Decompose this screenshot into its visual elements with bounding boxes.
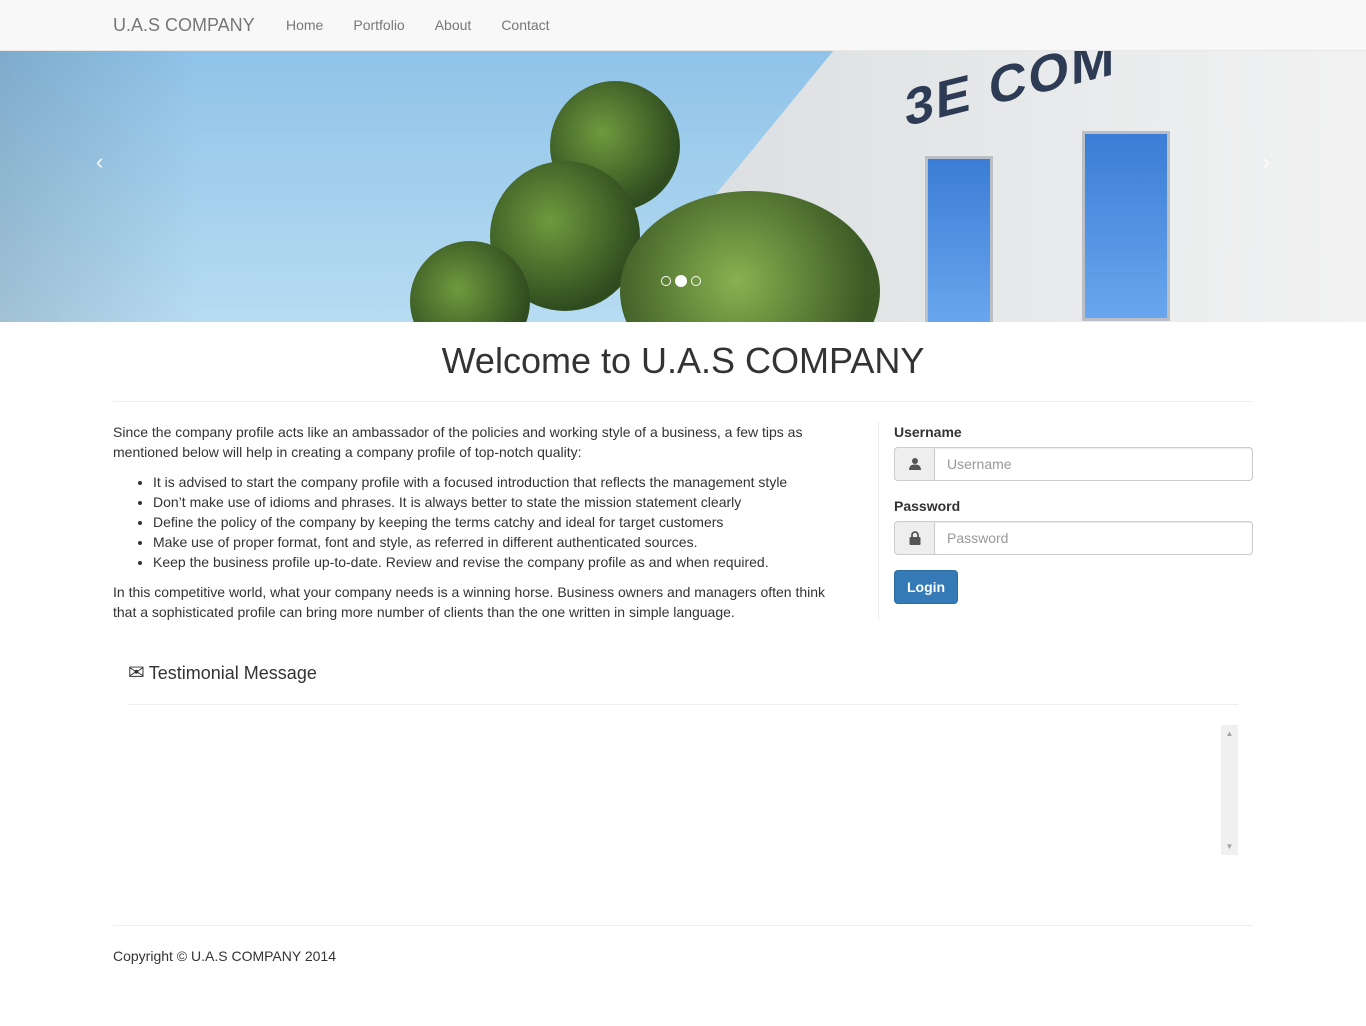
divider xyxy=(113,925,1253,926)
tips-list: It is advised to start the company profi… xyxy=(113,472,848,572)
carousel-indicator-3[interactable] xyxy=(691,276,701,286)
tip-item: Keep the business profile up-to-date. Re… xyxy=(153,552,848,572)
username-label: Username xyxy=(894,424,962,440)
tip-item: Define the policy of the company by keep… xyxy=(153,512,848,532)
scroll-down-arrow-icon[interactable]: ▼ xyxy=(1221,838,1238,855)
chevron-left-icon: ‹ xyxy=(96,148,104,174)
carousel-next-button[interactable]: › xyxy=(1161,51,1366,322)
user-icon xyxy=(894,447,934,481)
brand-link[interactable]: U.A.S COMPANY xyxy=(113,14,255,36)
nav-link-portfolio[interactable]: Portfolio xyxy=(338,0,419,50)
testimonial-header: ✉ Testimonial Message xyxy=(128,660,1238,686)
carousel-indicator-2[interactable] xyxy=(675,275,687,287)
footer-copyright: Copyright © U.A.S COMPANY 2014 xyxy=(113,948,336,964)
page-title: Welcome to U.A.S COMPANY xyxy=(441,340,925,381)
carousel-indicator-1[interactable] xyxy=(661,276,671,286)
tip-item: Don’t make use of idioms and phrases. It… xyxy=(153,492,848,512)
chevron-right-icon: › xyxy=(1262,148,1270,174)
divider xyxy=(113,401,1253,402)
column-divider xyxy=(878,422,879,620)
testimonial-scroll-area: ▲ ▼ xyxy=(128,725,1238,855)
nav-link-contact[interactable]: Contact xyxy=(486,0,564,50)
vertical-scrollbar[interactable]: ▲ ▼ xyxy=(1221,725,1238,855)
navbar: U.A.S COMPANY Home Portfolio About Conta… xyxy=(0,0,1366,51)
login-button[interactable]: Login xyxy=(894,570,959,604)
image-carousel: 3E COM ‹ › xyxy=(0,51,1366,322)
nav-menu: Home Portfolio About Contact xyxy=(271,0,565,50)
closing-paragraph: In this competitive world, what your com… xyxy=(113,584,826,620)
username-input-group xyxy=(894,447,1253,481)
username-input[interactable] xyxy=(934,447,1253,481)
intro-paragraph: Since the company profile acts like an a… xyxy=(113,424,803,460)
password-input-group xyxy=(894,521,1253,555)
login-form: Username Password Login xyxy=(894,422,1253,604)
scroll-up-arrow-icon[interactable]: ▲ xyxy=(1221,725,1238,742)
carousel-prev-button[interactable]: ‹ xyxy=(0,51,205,322)
building-window xyxy=(1082,131,1170,321)
divider xyxy=(128,704,1238,705)
envelope-icon: ✉ xyxy=(128,662,145,684)
tip-item: It is advised to start the company profi… xyxy=(153,472,848,492)
tip-item: Make use of proper format, font and styl… xyxy=(153,532,848,552)
nav-link-home[interactable]: Home xyxy=(271,0,338,50)
carousel-indicators xyxy=(661,275,701,287)
password-input[interactable] xyxy=(934,521,1253,555)
lock-icon xyxy=(894,521,934,555)
password-label: Password xyxy=(894,498,961,514)
testimonial-heading: Testimonial Message xyxy=(148,663,317,683)
intro-section: Since the company profile acts like an a… xyxy=(113,422,848,632)
nav-link-about[interactable]: About xyxy=(420,0,487,50)
